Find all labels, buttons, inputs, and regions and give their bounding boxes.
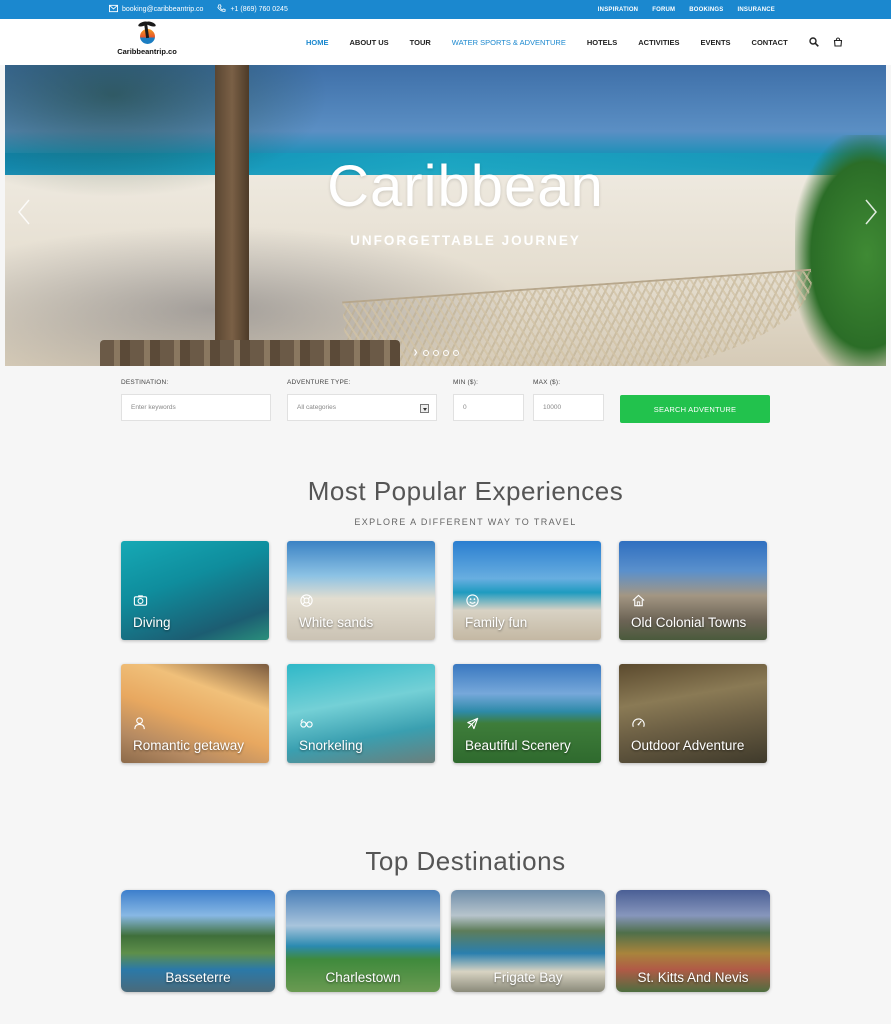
min-price-input[interactable]: 0 <box>453 394 524 421</box>
chevron-down-icon <box>420 404 429 413</box>
phone-link[interactable]: +1 (869) 760 0245 <box>217 4 288 15</box>
experience-label: White sands <box>299 615 374 630</box>
adventure-type-group: ADVENTURE TYPE: All categories <box>287 379 437 421</box>
experience-label: Diving <box>133 615 171 630</box>
min-price-group: MIN ($): 0 <box>453 379 524 421</box>
min-price-label: MIN ($): <box>453 379 479 386</box>
destination-label: Frigate Bay <box>493 970 563 985</box>
camera-icon <box>133 593 148 608</box>
experience-label: Family fun <box>465 615 528 630</box>
experience-label: Beautiful Scenery <box>465 738 571 753</box>
destination-group: DESTINATION: Enter keywords <box>121 379 271 421</box>
nav-about-us[interactable]: ABOUT US <box>350 38 389 47</box>
phone-icon <box>217 4 226 15</box>
experiences-title: Most Popular Experiences <box>307 476 624 506</box>
max-price-label: MAX ($): <box>533 379 561 386</box>
email-text: booking@caribbeantrip.co <box>122 6 204 13</box>
slider-dots: ❯ <box>413 350 459 356</box>
nav-activities[interactable]: ACTIVITIES <box>638 38 679 47</box>
top-link-insurance[interactable]: INSURANCE <box>738 7 775 13</box>
experience-card-romantic-getaway[interactable]: Romantic getaway <box>121 664 269 763</box>
slider-play-icon[interactable]: ❯ <box>413 350 419 356</box>
search-icon[interactable] <box>808 37 819 47</box>
destination-card-basseterre[interactable]: Basseterre <box>121 890 275 992</box>
destination-label: St. Kitts And Nevis <box>637 970 749 985</box>
slider-dot[interactable] <box>433 350 439 356</box>
gauge-icon <box>631 716 646 731</box>
nav-contact[interactable]: CONTACT <box>752 38 788 47</box>
slider-dot[interactable] <box>443 350 449 356</box>
logo-text: Caribbeantrip.co <box>117 47 177 56</box>
experience-card-old-colonial-towns[interactable]: Old Colonial Towns <box>619 541 767 640</box>
destination-label: DESTINATION: <box>121 379 169 386</box>
top-links: INSPIRATION FORUM BOOKINGS INSURANCE <box>598 0 775 19</box>
experience-label: Old Colonial Towns <box>631 615 747 630</box>
destinations-title: Top Destinations <box>365 846 566 876</box>
experience-card-outdoor-adventure[interactable]: Outdoor Adventure <box>619 664 767 763</box>
couple-icon <box>133 716 148 731</box>
site-header: Caribbeantrip.co HOME ABOUT US TOUR WATE… <box>0 19 891 65</box>
destination-card-charlestown[interactable]: Charlestown <box>286 890 440 992</box>
experiences-subtitle: EXPLORE A DIFFERENT WAY TO TRAVEL <box>354 517 577 527</box>
destination-card-frigate-bay[interactable]: Frigate Bay <box>451 890 605 992</box>
experience-card-white-sands[interactable]: White sands <box>287 541 435 640</box>
destination-card-st-kitts-and-nevis[interactable]: St. Kitts And Nevis <box>616 890 770 992</box>
max-price-input[interactable]: 10000 <box>533 394 604 421</box>
experience-card-snorkeling[interactable]: Snorkeling <box>287 664 435 763</box>
experience-label: Snorkeling <box>299 738 363 753</box>
destination-label: Charlestown <box>325 970 401 985</box>
top-link-bookings[interactable]: BOOKINGS <box>689 7 723 13</box>
palm-sunset-logo-icon <box>136 20 158 44</box>
nav-events[interactable]: EVENTS <box>701 38 731 47</box>
email-link[interactable]: booking@caribbeantrip.co <box>109 4 203 15</box>
destination-input[interactable]: Enter keywords <box>121 394 271 421</box>
top-link-forum[interactable]: FORUM <box>652 7 675 13</box>
search-adventure-button[interactable]: SEARCH ADVENTURE <box>620 395 770 423</box>
cart-icon[interactable] <box>833 37 843 47</box>
experience-card-diving[interactable]: Diving <box>121 541 269 640</box>
max-price-group: MAX ($): 10000 <box>533 379 604 421</box>
top-bar: booking@caribbeantrip.co +1 (869) 760 02… <box>0 0 891 19</box>
logo[interactable]: Caribbeantrip.co <box>111 20 183 62</box>
adventure-type-select[interactable]: All categories <box>287 394 437 421</box>
slider-prev-arrow-icon[interactable] <box>15 198 33 226</box>
nav-home[interactable]: HOME <box>306 38 329 47</box>
nav-water-sports[interactable]: WATER SPORTS & ADVENTURE <box>452 38 566 47</box>
slider-next-arrow-icon[interactable] <box>862 198 880 226</box>
hero-title: Caribbean <box>327 154 604 219</box>
home-icon <box>631 593 646 608</box>
experience-label: Romantic getaway <box>133 738 245 753</box>
smiley-icon <box>465 593 480 608</box>
top-contact: booking@caribbeantrip.co +1 (869) 760 02… <box>109 0 296 19</box>
goggles-icon <box>299 716 314 731</box>
top-link-inspiration[interactable]: INSPIRATION <box>598 7 638 13</box>
hero-subtitle: UNFORGETTABLE JOURNEY <box>350 233 581 248</box>
main-nav: HOME ABOUT US TOUR WATER SPORTS & ADVENT… <box>306 19 857 65</box>
adventure-type-value: All categories <box>297 404 337 411</box>
hero-stones <box>100 340 400 366</box>
adventure-search: DESTINATION: Enter keywords ADVENTURE TY… <box>0 366 891 436</box>
plane-icon <box>465 716 480 731</box>
nav-hotels[interactable]: HOTELS <box>587 38 617 47</box>
hero-slider: Caribbean UNFORGETTABLE JOURNEY ❯ <box>5 65 886 366</box>
destination-label: Basseterre <box>165 970 231 985</box>
lifebuoy-icon <box>299 593 314 608</box>
nav-tour[interactable]: TOUR <box>410 38 431 47</box>
experience-label: Outdoor Adventure <box>631 738 745 753</box>
slider-dot[interactable] <box>423 350 429 356</box>
adventure-type-label: ADVENTURE TYPE: <box>287 379 351 386</box>
phone-text: +1 (869) 760 0245 <box>230 6 288 13</box>
envelope-icon <box>109 4 118 15</box>
slider-dot[interactable] <box>453 350 459 356</box>
experience-card-family-fun[interactable]: Family fun <box>453 541 601 640</box>
experience-card-beautiful-scenery[interactable]: Beautiful Scenery <box>453 664 601 763</box>
